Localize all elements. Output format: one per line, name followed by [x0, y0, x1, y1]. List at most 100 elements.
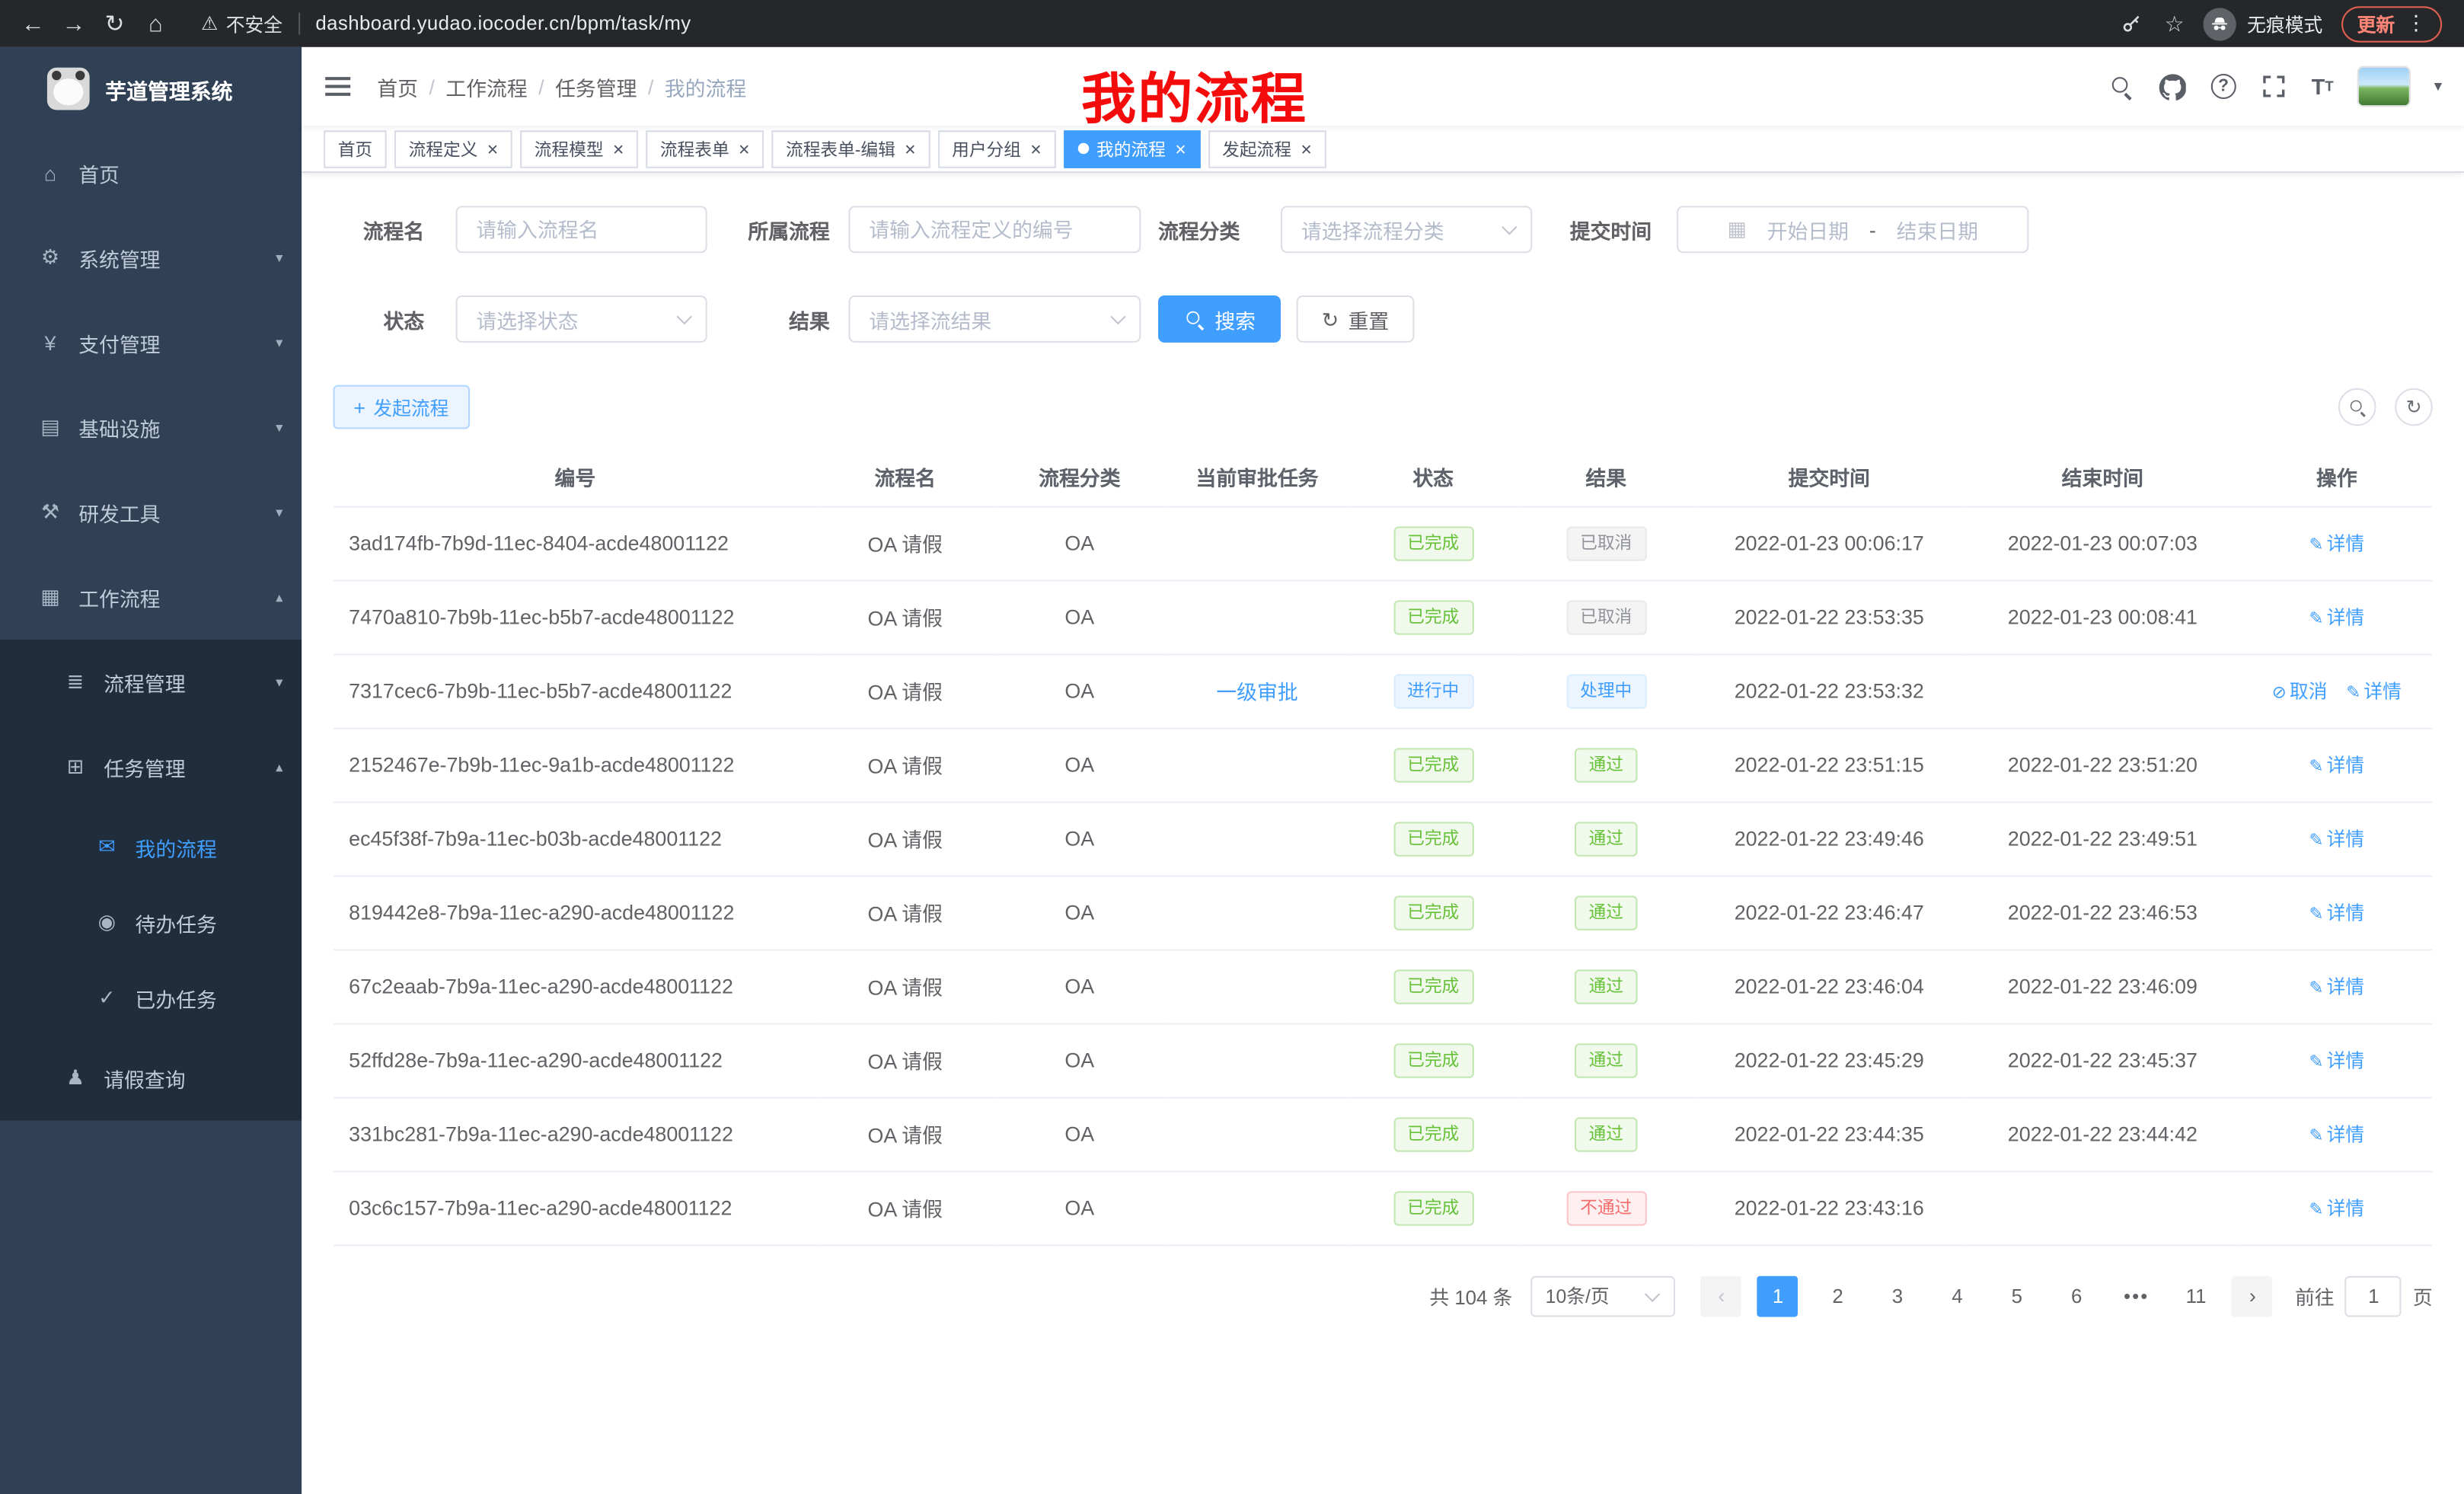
detail-link[interactable]: ✎详情 — [2309, 828, 2364, 851]
detail-link[interactable]: ✎详情 — [2309, 607, 2364, 629]
process-id-input[interactable] — [848, 206, 1141, 253]
incognito-badge[interactable]: 无痕模式 — [2203, 7, 2322, 40]
sidebar-item-todo-tasks[interactable]: ◉ 待办任务 — [0, 885, 302, 960]
bookmark-star-icon[interactable]: ☆ — [2165, 10, 2185, 37]
page-button-5[interactable]: 5 — [1996, 1275, 2038, 1317]
refresh-table-button[interactable]: ↻ — [2395, 388, 2433, 426]
address-url[interactable]: dashboard.yudao.iocoder.cn/bpm/task/my — [315, 13, 691, 35]
goto-page-input[interactable] — [2345, 1275, 2402, 1317]
tab-我的流程[interactable]: 我的流程 × — [1064, 129, 1201, 168]
breadcrumb-item[interactable]: 首页 — [377, 72, 418, 101]
breadcrumb: 首页/工作流程/任务管理/我的流程 — [377, 72, 746, 101]
tab-发起流程[interactable]: 发起流程 × — [1208, 129, 1326, 168]
header-search-icon[interactable] — [2107, 72, 2135, 101]
cell-process-name: OA 请假 — [817, 506, 993, 580]
process-name-input[interactable] — [456, 206, 707, 253]
reload-icon[interactable]: ↻ — [94, 9, 136, 37]
cell-end-time: 2022-01-22 23:45:37 — [1964, 1023, 2241, 1097]
current-task-link[interactable]: 一级审批 — [1216, 681, 1297, 704]
sidebar-item-task-mgmt[interactable]: ⊞ 任务管理 ▴ — [0, 724, 302, 809]
reset-button[interactable]: ↻ 重置 — [1297, 295, 1415, 343]
detail-link[interactable]: ✎详情 — [2346, 681, 2402, 703]
sidebar-item-process-mgmt[interactable]: ≣ 流程管理 ▾ — [0, 640, 302, 724]
create-process-button[interactable]: + 发起流程 — [334, 385, 470, 429]
close-icon[interactable]: × — [905, 139, 915, 158]
prev-page-button[interactable]: ‹ — [1701, 1275, 1742, 1317]
table-row: 03c6c157-7b9a-11ec-a290-acde48001122OA 请… — [334, 1171, 2433, 1245]
close-icon[interactable]: × — [1301, 139, 1311, 158]
close-icon[interactable]: × — [613, 139, 624, 158]
detail-link[interactable]: ✎详情 — [2309, 1198, 2364, 1220]
detail-link[interactable]: ✎详情 — [2309, 533, 2364, 555]
hamburger-icon[interactable] — [302, 77, 374, 96]
sidebar-item-leave-query[interactable]: ♟ 请假查询 — [0, 1036, 302, 1120]
close-icon[interactable]: × — [487, 139, 498, 158]
close-icon[interactable]: × — [739, 139, 749, 158]
sidebar-item-payment[interactable]: ¥ 支付管理 ▾ — [0, 300, 302, 385]
forward-icon[interactable]: → — [53, 10, 94, 37]
github-icon[interactable] — [2159, 72, 2187, 101]
tab-流程表单[interactable]: 流程表单 × — [646, 129, 764, 168]
back-icon[interactable]: ← — [13, 10, 54, 37]
breadcrumb-item[interactable]: 工作流程 — [445, 72, 527, 101]
sidebar-item-label: 工作流程 — [78, 583, 160, 612]
sidebar-item-devtools[interactable]: ⚒ 研发工具 ▾ — [0, 470, 302, 554]
cell-result: 已取消 — [1518, 506, 1694, 580]
tab-流程定义[interactable]: 流程定义 × — [394, 129, 512, 168]
breadcrumb-item[interactable]: 任务管理 — [555, 72, 637, 101]
detail-link[interactable]: ✎详情 — [2309, 1050, 2364, 1072]
table-row: 331bc281-7b9a-11ec-a290-acde48001122OA 请… — [334, 1097, 2433, 1171]
date-range-picker[interactable]: ▦ 开始日期 - 结束日期 — [1677, 206, 2028, 253]
sidebar-item-infra[interactable]: ▤ 基础设施 ▾ — [0, 385, 302, 470]
page-button-4[interactable]: 4 — [1937, 1275, 1978, 1317]
detail-icon: ✎ — [2309, 1201, 2323, 1220]
security-chip[interactable]: ⚠ 不安全 — [201, 10, 282, 37]
tab-流程表单-编辑[interactable]: 流程表单-编辑 × — [771, 129, 930, 168]
status-tag: 已完成 — [1393, 1116, 1473, 1151]
sidebar-item-done-tasks[interactable]: ✓ 已办任务 — [0, 960, 302, 1036]
status-tag: 不通过 — [1566, 1190, 1646, 1224]
menu-dots-icon[interactable]: ⋮ — [2406, 11, 2427, 36]
font-size-icon[interactable]: TT — [2312, 72, 2334, 101]
result-select[interactable]: 请选择流结果 — [848, 295, 1141, 343]
sidebar-item-label: 任务管理 — [104, 752, 185, 782]
avatar[interactable] — [2357, 66, 2411, 107]
close-icon[interactable]: × — [1175, 139, 1186, 158]
fullscreen-icon[interactable] — [2260, 72, 2288, 101]
search-button[interactable]: 搜索 — [1158, 295, 1281, 343]
sidebar-item-system[interactable]: ⚙ 系统管理 ▾ — [0, 215, 302, 300]
cancel-link[interactable]: ⊘取消 — [2272, 681, 2328, 703]
sidebar-item-home[interactable]: ⌂ 首页 — [0, 130, 302, 215]
caret-down-icon[interactable]: ▾ — [2434, 78, 2442, 95]
home-icon[interactable]: ⌂ — [135, 10, 176, 37]
detail-link[interactable]: ✎详情 — [2309, 755, 2364, 777]
status-select[interactable]: 请选择状态 — [456, 295, 707, 343]
page-button-2[interactable]: 2 — [1818, 1275, 1859, 1317]
page-button-3[interactable]: 3 — [1877, 1275, 1918, 1317]
next-page-button[interactable]: › — [2233, 1275, 2274, 1317]
sidebar-item-my-process[interactable]: ✉ 我的流程 — [0, 809, 302, 885]
detail-link[interactable]: ✎详情 — [2309, 1124, 2364, 1146]
column-header: 结果 — [1518, 449, 1694, 506]
key-icon[interactable] — [2118, 9, 2146, 37]
detail-link[interactable]: ✎详情 — [2309, 902, 2364, 924]
page-button-1[interactable]: 1 — [1757, 1275, 1799, 1317]
toggle-search-button[interactable] — [2338, 388, 2376, 426]
help-icon[interactable]: ? — [2211, 74, 2236, 99]
tab-流程模型[interactable]: 流程模型 × — [520, 129, 638, 168]
page-button-11[interactable]: 11 — [2175, 1275, 2217, 1317]
close-icon[interactable]: × — [1030, 139, 1041, 158]
breadcrumb-item: 我的流程 — [665, 72, 746, 101]
logo-row[interactable]: 芋道管理系统 — [0, 47, 302, 130]
page-size-select[interactable]: 10条/页 — [1531, 1275, 1676, 1317]
tab-首页[interactable]: 首页 — [324, 129, 387, 168]
page-ellipsis[interactable]: ••• — [2116, 1275, 2157, 1317]
detail-link[interactable]: ✎详情 — [2309, 976, 2364, 998]
status-label: 状态 — [334, 304, 425, 334]
tab-用户分组[interactable]: 用户分组 × — [938, 129, 1056, 168]
page-button-6[interactable]: 6 — [2056, 1275, 2097, 1317]
update-browser-button[interactable]: 更新 ⋮ — [2341, 5, 2442, 41]
sidebar-item-workflow[interactable]: ▦ 工作流程 ▴ — [0, 555, 302, 640]
goto-label: 前往 — [2295, 1281, 2335, 1310]
category-select[interactable]: 请选择流程分类 — [1281, 206, 1532, 253]
